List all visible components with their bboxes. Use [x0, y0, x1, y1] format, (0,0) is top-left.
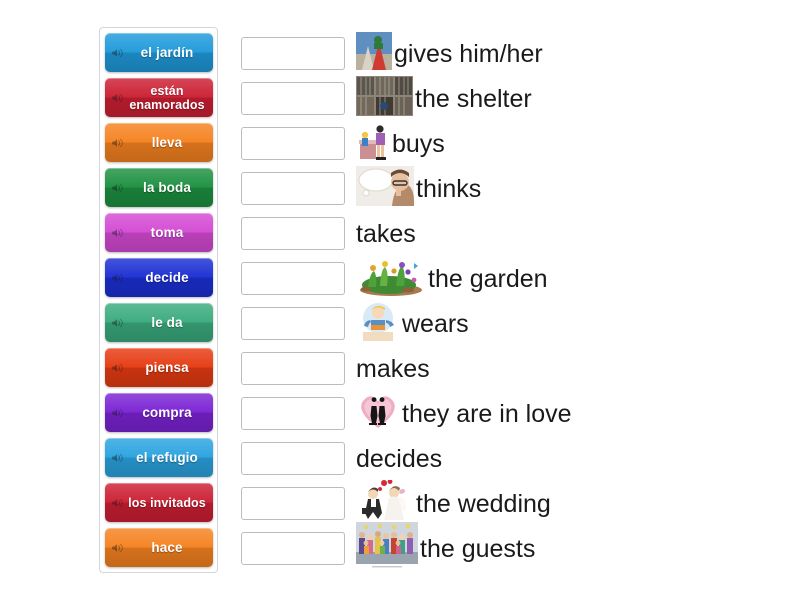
word-tile-7[interactable]: piensa: [105, 348, 213, 387]
answer-row: the wedding: [241, 479, 781, 527]
drop-target-7[interactable]: [241, 352, 345, 385]
drop-target-10[interactable]: [241, 487, 345, 520]
answer-text: thinks: [416, 174, 482, 203]
word-tile-label: hace: [151, 540, 183, 555]
word-tile-label: piensa: [145, 360, 189, 375]
speaker-icon[interactable]: [111, 46, 124, 59]
answer-content: decides: [356, 436, 442, 481]
speaker-icon[interactable]: [111, 406, 124, 419]
answer-text: makes: [356, 354, 430, 383]
answer-row: makes: [241, 346, 781, 391]
word-tile-label: le da: [151, 315, 183, 330]
answer-text: buys: [392, 129, 445, 158]
word-tile-9[interactable]: el refugio: [105, 438, 213, 477]
word-tile-4[interactable]: toma: [105, 213, 213, 252]
drop-target-5[interactable]: [241, 262, 345, 295]
speaker-icon[interactable]: [111, 496, 124, 509]
speaker-icon[interactable]: [111, 451, 124, 464]
word-tile-11[interactable]: hace: [105, 528, 213, 567]
answer-content: thinks: [356, 166, 481, 211]
word-tile-label: la boda: [143, 180, 191, 195]
word-tile-3[interactable]: la boda: [105, 168, 213, 207]
answer-row: wears: [241, 301, 781, 346]
boy-wearing-clothes-clipart: [356, 301, 400, 346]
word-tile-label: el refugio: [136, 450, 198, 465]
answer-content: the guests: [356, 522, 536, 571]
drop-target-0[interactable]: [241, 37, 345, 70]
answer-text: they are in love: [402, 399, 572, 428]
pink-heart-couple-clipart: [356, 391, 400, 436]
answer-text: takes: [356, 219, 416, 248]
animal-shelter-cages-photo: [356, 76, 413, 121]
speaker-icon[interactable]: [111, 136, 124, 149]
answer-row: decides: [241, 436, 781, 481]
answer-text: the shelter: [415, 84, 532, 113]
drop-target-8[interactable]: [241, 397, 345, 430]
answer-content: wears: [356, 301, 469, 346]
word-tile-6[interactable]: le da: [105, 303, 213, 342]
answer-content: they are in love: [356, 391, 572, 436]
word-tile-10[interactable]: los invitados: [105, 483, 213, 522]
answer-row: takes: [241, 211, 781, 256]
speaker-icon[interactable]: [111, 91, 124, 104]
word-tile-8[interactable]: compra: [105, 393, 213, 432]
answer-text: wears: [402, 309, 469, 338]
answer-row: buys: [241, 121, 781, 166]
word-tile-label: están enamorados: [129, 83, 205, 112]
answer-text: the guests: [420, 534, 536, 563]
drop-target-9[interactable]: [241, 442, 345, 475]
answer-row: the garden: [241, 256, 781, 301]
word-tile-label: el jardín: [140, 45, 194, 60]
speaker-icon[interactable]: [111, 316, 124, 329]
drop-target-2[interactable]: [241, 127, 345, 160]
answer-row: gives him/her: [241, 31, 781, 76]
drop-target-1[interactable]: [241, 82, 345, 115]
word-tile-label: compra: [142, 405, 192, 420]
person-giving-gift-photo: [356, 32, 392, 75]
word-tile-label: los invitados: [128, 495, 206, 510]
answer-row: thinks: [241, 166, 781, 211]
speaker-icon[interactable]: [111, 181, 124, 194]
crowd-of-guests-photo: [356, 522, 418, 575]
answer-content: takes: [356, 211, 416, 256]
answer-content: the shelter: [356, 76, 532, 121]
word-tile-0[interactable]: el jardín: [105, 33, 213, 72]
word-tile-label: toma: [150, 225, 184, 240]
answer-content: makes: [356, 346, 430, 391]
speaker-icon[interactable]: [111, 226, 124, 239]
answer-text: the garden: [428, 264, 548, 293]
word-tile-2[interactable]: lleva: [105, 123, 213, 162]
word-tile-label: decide: [145, 270, 189, 285]
answer-content: the garden: [356, 256, 548, 301]
answer-text: decides: [356, 444, 443, 473]
woman-buying-at-counter-clipart: [356, 121, 390, 166]
answer-row: the guests: [241, 522, 781, 571]
word-tile-5[interactable]: decide: [105, 258, 213, 297]
bride-and-groom-clipart: [356, 479, 414, 527]
answer-row: the shelter: [241, 76, 781, 121]
speaker-icon[interactable]: [111, 361, 124, 374]
word-tile-1[interactable]: están enamorados: [105, 78, 213, 117]
word-tile-label: lleva: [151, 135, 183, 150]
answer-content: the wedding: [356, 479, 551, 527]
answer-text: gives him/her: [394, 39, 543, 68]
speaker-icon[interactable]: [111, 541, 124, 554]
woman-thinking-thought-bubble-photo: [356, 166, 415, 211]
activity-root: el jardín están enamorados lleva la boda tom…: [0, 0, 800, 600]
drop-target-3[interactable]: [241, 172, 345, 205]
answer-content: gives him/her: [356, 31, 543, 76]
drop-target-6[interactable]: [241, 307, 345, 340]
flower-garden-clipart: [356, 255, 426, 302]
draggable-word-bank: el jardín están enamorados lleva la boda tom…: [99, 27, 218, 573]
speaker-icon[interactable]: [111, 271, 124, 284]
drop-target-4[interactable]: [241, 217, 345, 250]
answer-rows: gives him/her the shelter buys thinks takes t…: [241, 31, 781, 571]
drop-target-11[interactable]: [241, 532, 345, 565]
answer-content: buys: [356, 121, 445, 166]
answer-row: they are in love: [241, 391, 781, 436]
answer-text: the wedding: [416, 489, 551, 518]
